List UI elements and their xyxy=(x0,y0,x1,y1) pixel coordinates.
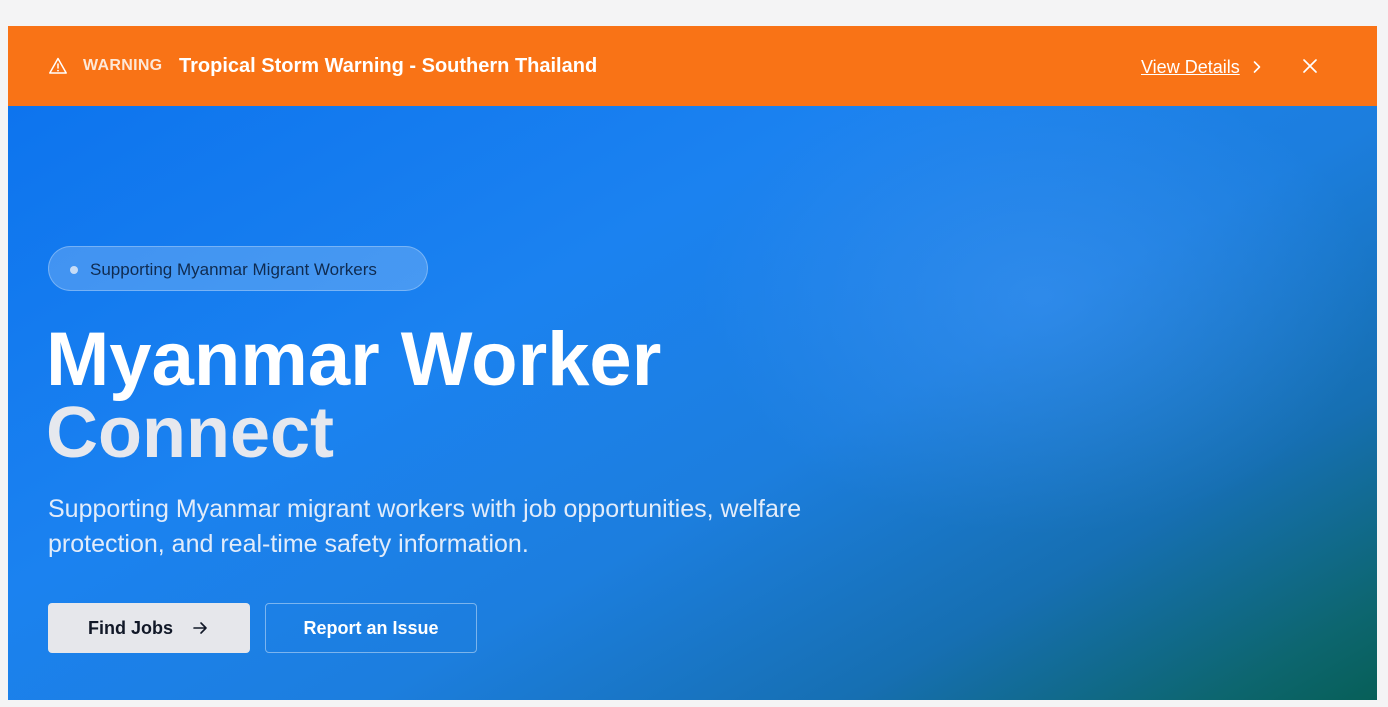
hero-title-line1: Myanmar Worker xyxy=(46,317,662,402)
chevron-right-icon[interactable] xyxy=(1251,58,1263,76)
alert-severity-label: WARNING xyxy=(83,57,163,74)
page-frame: WARNING Tropical Storm Warning - Souther… xyxy=(8,26,1377,700)
report-issue-button[interactable]: Report an Issue xyxy=(265,603,477,653)
close-icon[interactable] xyxy=(1300,56,1320,76)
find-jobs-button[interactable]: Find Jobs xyxy=(48,603,250,653)
report-issue-label: Report an Issue xyxy=(303,618,439,638)
dot-icon xyxy=(70,266,78,274)
arrow-right-icon xyxy=(192,620,208,636)
alert-title: Tropical Storm Warning - Southern Thaila… xyxy=(179,55,598,77)
hero-badge-label: Supporting Myanmar Migrant Workers xyxy=(90,260,377,279)
alert-banner: WARNING Tropical Storm Warning - Souther… xyxy=(8,26,1377,106)
hero-title-line2: Connect xyxy=(46,393,334,473)
hero-section: Supporting Myanmar Migrant Workers Myanm… xyxy=(8,106,1377,700)
find-jobs-label: Find Jobs xyxy=(88,618,173,638)
warning-triangle-icon xyxy=(48,56,68,76)
hero-badge: Supporting Myanmar Migrant Workers xyxy=(48,246,428,291)
hero-subtitle: Supporting Myanmar migrant workers with … xyxy=(48,495,802,558)
view-details-link[interactable]: View Details xyxy=(1141,56,1240,78)
